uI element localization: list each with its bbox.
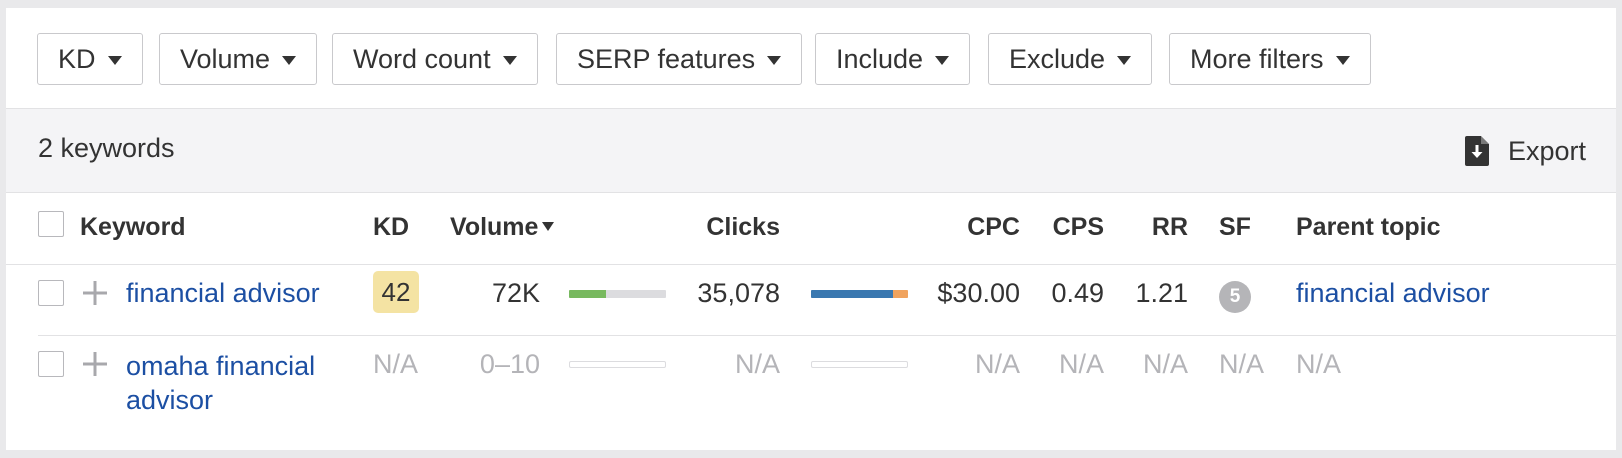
parent-topic-value: N/A [1296,349,1342,379]
col-parent-topic-header[interactable]: Parent topic [1296,213,1440,242]
row-checkbox[interactable] [38,351,64,377]
cpc-value: $30.00 [937,278,1020,308]
filter-kd-label: KD [58,43,96,74]
volume-bar-empty [569,361,666,368]
filter-bar: KD Volume Word count SERP features Inclu… [6,8,1616,109]
caret-down-icon [1335,55,1350,65]
col-clicks-header[interactable]: Clicks [656,213,780,242]
filter-include-label: Include [836,43,924,74]
cps-value: 0.49 [1051,278,1104,308]
volume-value: 0–10 [479,349,540,379]
filter-include-button[interactable]: Include [815,33,971,85]
filter-serp-features-button[interactable]: SERP features [556,33,803,85]
keyword-link-line2: advisor [126,385,214,415]
filter-more-filters-button[interactable]: More filters [1169,33,1371,85]
cps-value: N/A [1058,349,1104,379]
keywords-panel: KD Volume Word count SERP features Inclu… [6,8,1616,450]
export-button[interactable]: Export [1464,131,1586,171]
keyword-link[interactable]: omaha financial advisor [126,349,315,417]
filter-serp-features-label: SERP features [577,43,756,74]
keyword-count: 2 keywords [38,133,175,163]
parent-topic-link[interactable]: financial advisor [1296,278,1490,309]
col-keyword-header[interactable]: Keyword [80,213,186,242]
clicks-value: N/A [734,349,780,379]
filter-more-filters-label: More filters [1190,43,1324,74]
filter-kd-button[interactable]: KD [37,33,143,85]
col-volume-label: Volume [450,213,539,241]
clicks-value: 35,078 [697,278,780,308]
keyword-link[interactable]: financial advisor [126,278,320,309]
filter-word-count-button[interactable]: Word count [332,33,538,85]
caret-down-icon [107,55,122,65]
col-volume-header[interactable]: Volume [450,213,555,242]
filter-volume-label: Volume [180,43,271,74]
caret-down-icon [1117,55,1132,65]
volume-bar-fill [569,290,606,298]
kd-value: N/A [373,349,419,379]
col-sf-header[interactable]: SF [1219,213,1251,242]
caret-down-icon [767,55,782,65]
select-all-checkbox[interactable] [38,211,64,237]
rr-value: 1.21 [1135,278,1188,308]
cpc-value: N/A [974,349,1020,379]
volume-bar [569,290,666,298]
caret-down-icon [502,55,517,65]
col-kd-header[interactable]: KD [373,213,409,242]
volume-value: 72K [491,278,540,308]
header-divider [6,264,1616,265]
export-label: Export [1507,135,1586,166]
filter-word-count-label: Word count [353,43,491,74]
plus-icon[interactable] [82,351,108,377]
row-divider [38,335,1616,336]
sort-desc-icon [542,221,555,231]
clicks-bar [811,290,908,298]
caret-down-icon [282,55,297,65]
col-cps-header[interactable]: CPS [1036,213,1104,242]
col-cpc-header[interactable]: CPC [936,213,1020,242]
filter-volume-button[interactable]: Volume [159,33,318,85]
keyword-link-line1: omaha financial [126,351,316,381]
sf-value: N/A [1219,349,1265,379]
row-checkbox[interactable] [38,280,64,306]
rr-value: N/A [1142,349,1188,379]
clicks-bar-empty [811,361,908,368]
filter-exclude-button[interactable]: Exclude [988,33,1153,85]
caret-down-icon [935,55,950,65]
kd-badge: 42 [373,271,419,313]
col-rr-header[interactable]: RR [1126,213,1188,242]
plus-icon[interactable] [82,280,108,306]
sf-badge[interactable]: 5 [1219,281,1251,313]
filter-exclude-label: Exclude [1009,43,1106,74]
clicks-organic-fill [811,290,893,298]
download-doc-icon [1464,136,1489,166]
summary-bar: 2 keywords Export [6,109,1616,193]
